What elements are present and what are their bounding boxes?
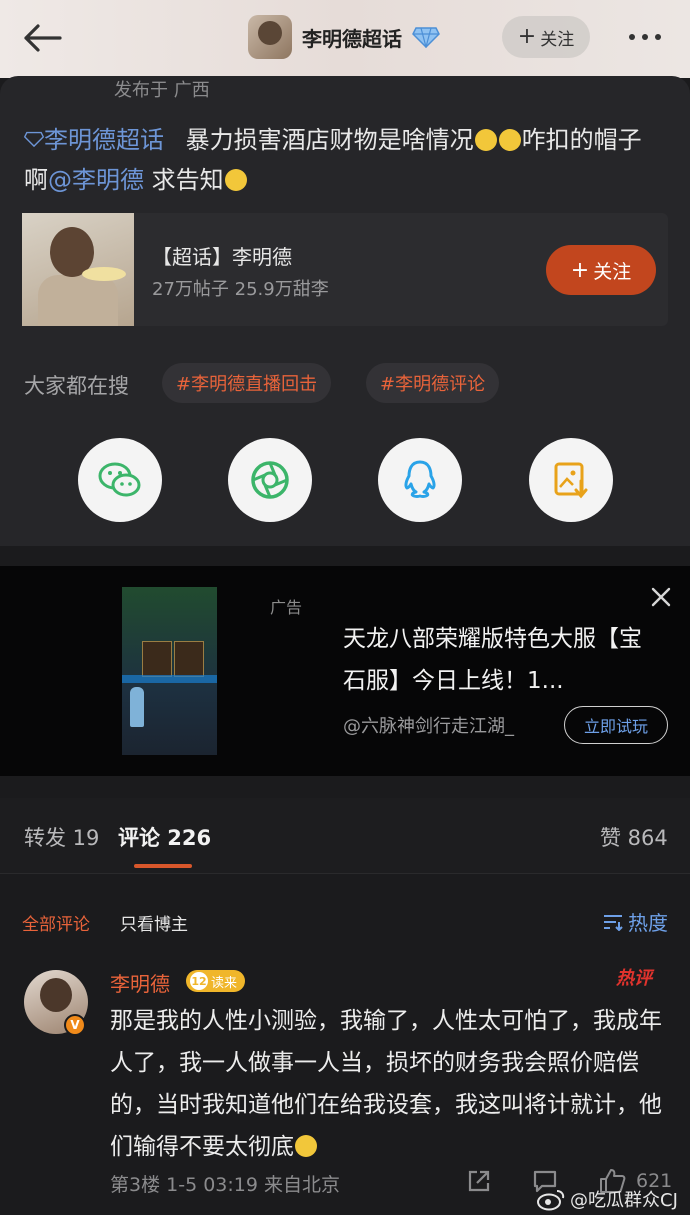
comment-text-content: 那是我的人性小测验，我输了，人性太可怕了，我成年人了，我一人做事一人当，损坏的财… — [110, 1008, 662, 1160]
ad-banner[interactable]: 广告 天龙八部荣耀版特色大服【宝石服】今日上线！1... @六脉神剑行走江湖_ … — [0, 566, 690, 776]
trending-tag[interactable]: #李明德评论 — [366, 363, 500, 403]
hot-comment-badge: 热评 — [616, 968, 652, 989]
top-bar: 李明德超话 + 关注 — [0, 0, 690, 78]
verified-v-icon: V — [64, 1014, 86, 1036]
sort-label: 热度 — [628, 911, 668, 935]
post-card: 发布于 广西 李明德超话 暴力损害酒店财物是啥情况 咋扣的帽子啊@李明德 求告知 … — [0, 76, 690, 546]
share-wechat-button[interactable] — [78, 438, 162, 522]
save-image-button[interactable] — [529, 438, 613, 522]
back-arrow-icon — [24, 24, 62, 52]
topic-card-stats: 27万帖子 25.9万甜李 — [152, 279, 329, 300]
qq-icon — [404, 460, 436, 498]
page-title: 李明德超话 — [302, 26, 402, 51]
more-button[interactable] — [620, 22, 670, 52]
ad-image — [122, 587, 217, 755]
laugh-cry-emoji-icon — [498, 129, 521, 151]
trending-search-label: 大家都在搜 — [24, 374, 129, 398]
wechat-icon — [98, 462, 141, 497]
share-icon[interactable] — [466, 1168, 492, 1194]
level-tag: 读来 — [211, 975, 238, 991]
topic-card[interactable]: 【超话】李明德 27万帖子 25.9万甜李 + 关注 — [22, 213, 668, 326]
moments-icon — [251, 461, 289, 499]
filter-author-only[interactable]: 只看博主 — [120, 910, 188, 935]
ad-label: 广告 — [270, 598, 303, 617]
plus-icon: + — [570, 257, 590, 283]
tab-active-indicator — [134, 864, 192, 868]
topic-avatar — [248, 15, 292, 59]
dizzy-emoji-icon — [224, 169, 247, 191]
topic-diamond-icon — [23, 131, 45, 148]
comment-text: 那是我的人性小测验，我输了，人性太可怕了，我成年人了，我一人做事一人当，损坏的财… — [110, 1000, 670, 1168]
level-number: 12 — [190, 972, 208, 990]
ad-close-button[interactable] — [646, 582, 676, 612]
grin-emoji-icon — [295, 1135, 317, 1157]
watermark: @吃瓜群众CJ — [536, 1186, 678, 1212]
watermark-text: @吃瓜群众CJ — [570, 1190, 678, 1211]
mention-link[interactable]: @李明德 — [48, 166, 144, 194]
weibo-logo-icon — [537, 1190, 565, 1211]
back-button[interactable] — [22, 18, 66, 58]
comment-author[interactable]: 李明德 — [110, 968, 170, 997]
ad-cta-button[interactable]: 立即试玩 — [564, 706, 668, 744]
share-qq-button[interactable] — [378, 438, 462, 522]
publish-location: 发布于 广西 — [114, 80, 210, 101]
sort-button[interactable]: 热度 — [602, 907, 668, 936]
sort-icon — [604, 914, 623, 931]
header-follow-button[interactable]: + 关注 — [502, 16, 590, 58]
topic-follow-button[interactable]: + 关注 — [546, 245, 656, 295]
post-text: 李明德超话 暴力损害酒店财物是啥情况 咋扣的帽子啊@李明德 求告知 — [23, 120, 664, 200]
header-topic[interactable]: 李明德超话 — [248, 14, 440, 60]
trending-tag[interactable]: #李明德直播回击 — [162, 363, 332, 403]
topic-card-image — [22, 213, 134, 326]
more-icon-dot — [655, 34, 661, 40]
more-icon — [629, 34, 635, 40]
topic-link-text: 李明德超话 — [44, 126, 164, 154]
follow-label: 关注 — [540, 29, 575, 50]
tab-likes[interactable]: 赞 864 — [600, 822, 668, 852]
laugh-cry-emoji-icon — [474, 129, 497, 151]
tab-comments[interactable]: 评论 226 — [118, 822, 211, 852]
follow-label: 关注 — [593, 260, 632, 283]
more-icon-dot — [642, 34, 648, 40]
interaction-tabs: 转发 19 评论 226 赞 864 — [0, 798, 690, 874]
diamond-icon — [412, 27, 440, 48]
topic-card-name: 【超话】李明德 — [152, 245, 292, 269]
tab-repost[interactable]: 转发 19 — [24, 822, 99, 852]
post-text-part1: 暴力损害酒店财物是啥情况 — [185, 126, 474, 154]
topic-link[interactable]: 李明德超话 — [23, 126, 172, 154]
plus-icon: + — [517, 24, 537, 49]
close-icon — [651, 587, 671, 607]
save-image-icon — [554, 462, 588, 499]
ad-source: @六脉神剑行走江湖_ — [343, 716, 514, 737]
filter-all-comments[interactable]: 全部评论 — [22, 910, 90, 935]
ad-title: 天龙八部荣耀版特色大服【宝石服】今日上线！1... — [343, 626, 642, 694]
fan-level-badge: 12 读来 — [186, 970, 246, 992]
post-text-part3: 求告知 — [144, 166, 224, 194]
share-moments-button[interactable] — [228, 438, 312, 522]
comment-meta: 第3楼 1-5 03:19 来自北京 — [110, 1174, 340, 1196]
